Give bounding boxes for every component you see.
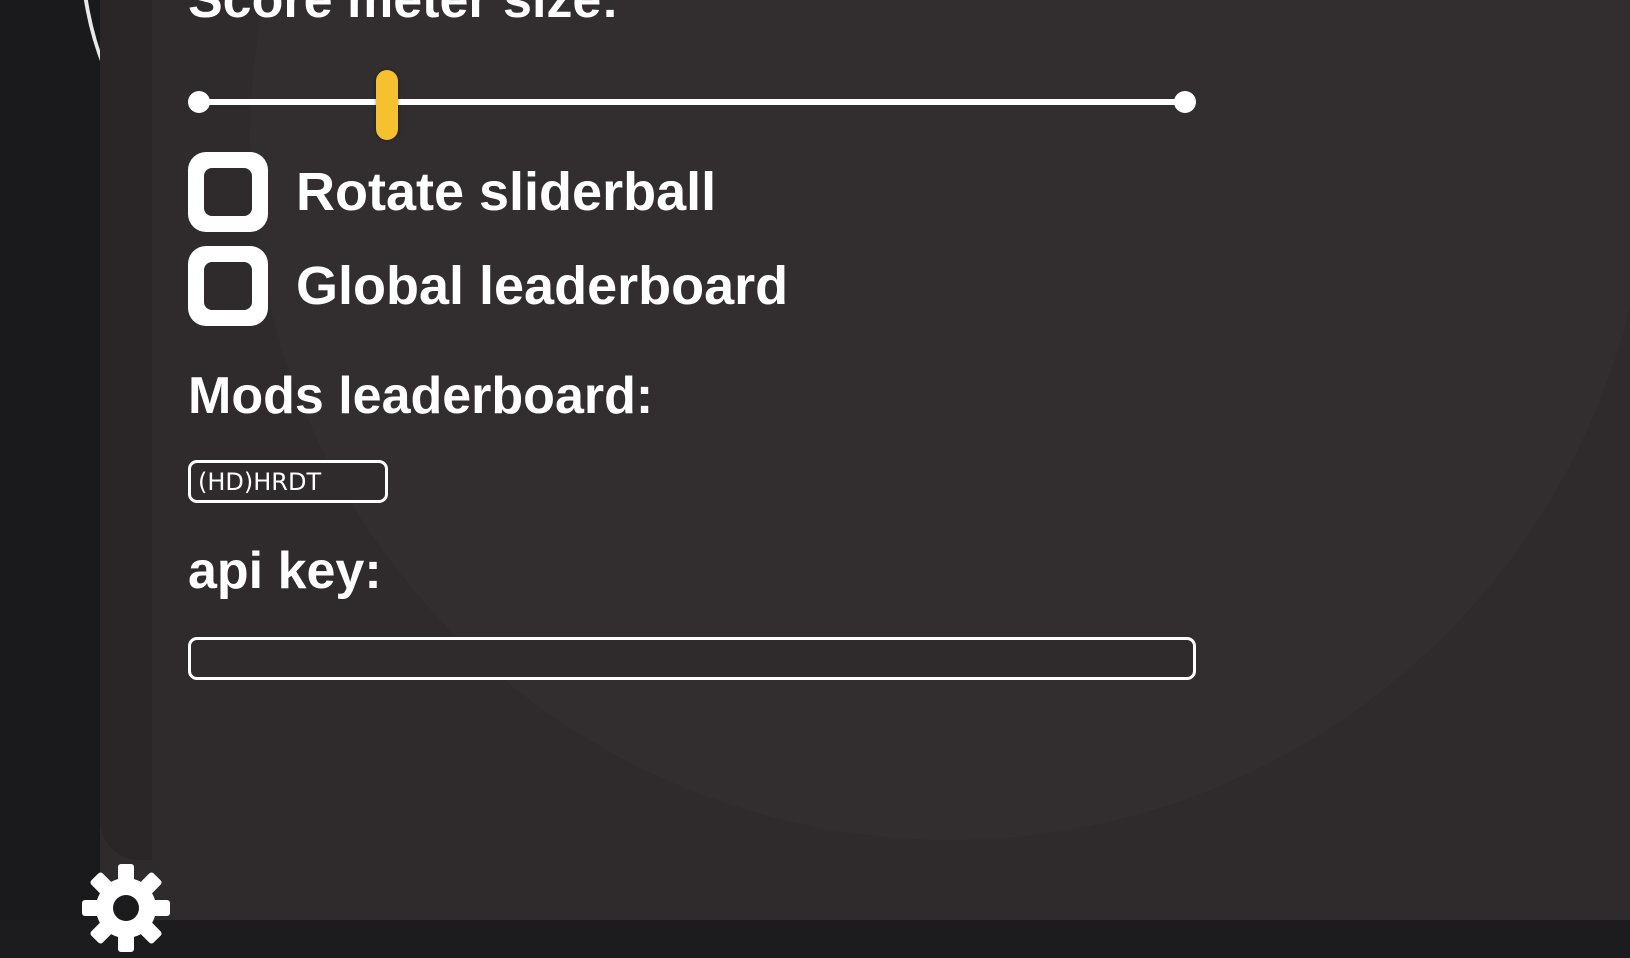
mods-leaderboard-label: Mods leaderboard: [188, 367, 654, 425]
rotate-sliderball-label: Rotate sliderball [296, 162, 717, 222]
slider-max-end [1174, 91, 1196, 113]
score-meter-size-slider[interactable] [188, 70, 1196, 140]
score-meter-size-label: Score meter size: [188, 0, 619, 29]
slider-min-end [188, 91, 210, 113]
gear-icon[interactable] [76, 858, 176, 958]
rotate-sliderball-checkbox[interactable] [188, 152, 268, 232]
left-sidebar-strip [0, 0, 100, 920]
slider-track[interactable] [200, 99, 1184, 105]
rotate-sliderball-option[interactable]: Rotate sliderball [188, 152, 716, 232]
global-leaderboard-option[interactable]: Global leaderboard [188, 246, 788, 326]
api-key-label: api key: [188, 542, 382, 600]
mods-leaderboard-input[interactable] [188, 460, 388, 503]
api-key-input[interactable] [188, 637, 1196, 680]
slider-thumb[interactable] [375, 70, 398, 140]
global-leaderboard-label: Global leaderboard [296, 256, 789, 316]
panel-inner-edge [100, 0, 152, 860]
global-leaderboard-checkbox[interactable] [188, 246, 268, 326]
